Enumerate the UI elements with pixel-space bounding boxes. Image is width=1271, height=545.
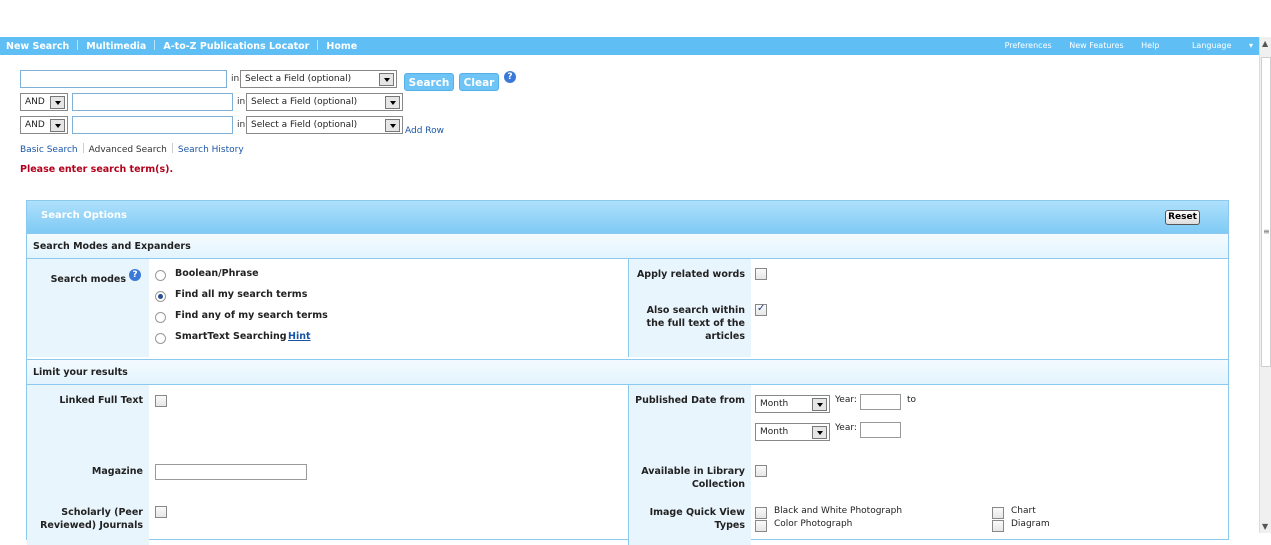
dropdown-arrow-icon bbox=[812, 426, 827, 439]
limit-section-title: Limit your results bbox=[33, 367, 128, 378]
mode-find-all-label: Find all my search terms bbox=[175, 289, 308, 300]
reset-button[interactable]: Reset bbox=[1165, 210, 1200, 225]
search-options-title: Search Options bbox=[41, 210, 128, 221]
mode-find-any-radio[interactable] bbox=[155, 312, 166, 323]
nav-new-features[interactable]: New Features bbox=[1069, 41, 1123, 50]
year-from-label: Year: bbox=[835, 395, 857, 405]
nav-publications-locator[interactable]: A-to-Z Publications Locator bbox=[163, 41, 309, 52]
clear-button[interactable]: Clear bbox=[459, 73, 499, 91]
image-bw-photo-label: Black and White Photograph bbox=[774, 506, 903, 516]
help-icon[interactable]: ? bbox=[504, 71, 516, 83]
nav-multimedia[interactable]: Multimedia bbox=[86, 41, 146, 52]
date-to-label: to bbox=[907, 395, 917, 405]
dropdown-arrow-icon bbox=[385, 96, 400, 109]
also-search-checkbox[interactable] bbox=[755, 303, 767, 316]
bool-operator-select-2[interactable]: AND bbox=[20, 93, 68, 111]
image-bw-photo-checkbox[interactable] bbox=[755, 507, 767, 519]
search-options-panel: Search Options Reset Search Modes and Ex… bbox=[26, 200, 1229, 545]
also-search-label: Also search within the full text of the … bbox=[646, 305, 745, 342]
bool-operator-2-value: AND bbox=[25, 97, 45, 107]
nav-language[interactable]: Language ▾ bbox=[1177, 41, 1253, 50]
nav-home[interactable]: Home bbox=[326, 41, 357, 52]
field-select-3-value: Select a Field (optional) bbox=[251, 120, 358, 130]
search-input-1[interactable] bbox=[20, 70, 227, 88]
in-label-1: in bbox=[231, 74, 240, 84]
search-options-header: Search Options Reset bbox=[27, 201, 1228, 233]
search-modes-section-title: Search Modes and Expanders bbox=[33, 241, 191, 252]
field-select-3[interactable]: Select a Field (optional) bbox=[246, 116, 403, 134]
available-library-label: Available in Library Collection bbox=[641, 466, 745, 490]
vertical-scrollbar[interactable]: ▲ ≡ ▼ bbox=[1259, 37, 1271, 533]
dropdown-arrow-icon bbox=[385, 119, 400, 132]
linked-full-text-label: Linked Full Text bbox=[59, 395, 143, 406]
magazine-input[interactable] bbox=[155, 464, 307, 480]
dropdown-arrow-icon bbox=[50, 119, 65, 132]
search-modes-label: Search modes bbox=[50, 274, 126, 285]
mode-boolean-label: Boolean/Phrase bbox=[175, 268, 259, 279]
dropdown-arrow-icon bbox=[50, 96, 65, 109]
apply-related-checkbox[interactable] bbox=[755, 268, 767, 280]
bool-operator-3-value: AND bbox=[25, 120, 45, 130]
basic-search-link[interactable]: Basic Search bbox=[20, 145, 78, 155]
month-to-select[interactable]: Month bbox=[755, 423, 830, 441]
available-library-checkbox[interactable] bbox=[755, 465, 767, 477]
in-label-2: in bbox=[237, 97, 246, 107]
apply-related-label: Apply related words bbox=[636, 269, 745, 280]
scholarly-label: Scholarly (Peer Reviewed) Journals bbox=[40, 507, 143, 531]
bool-operator-select-3[interactable]: AND bbox=[20, 116, 68, 134]
field-select-2-value: Select a Field (optional) bbox=[251, 97, 358, 107]
nav-new-search[interactable]: New Search bbox=[6, 41, 69, 52]
year-to-label: Year: bbox=[835, 423, 857, 433]
top-nav-bar: New Search Multimedia A-to-Z Publications … bbox=[0, 37, 1259, 55]
mode-smarttext-radio[interactable] bbox=[155, 333, 166, 344]
published-date-label: Published Date from bbox=[635, 395, 745, 406]
nav-preferences[interactable]: Preferences bbox=[1005, 41, 1052, 50]
search-modes-section-header: Search Modes and Expanders bbox=[27, 233, 1228, 259]
image-diagram-checkbox[interactable] bbox=[992, 520, 1004, 532]
scrollbar-thumb[interactable] bbox=[1261, 57, 1271, 367]
image-color-photo-label: Color Photograph bbox=[774, 519, 853, 529]
smarttext-hint-link[interactable]: Hint bbox=[288, 331, 311, 342]
search-modes-help-icon[interactable]: ? bbox=[129, 269, 141, 281]
month-from-value: Month bbox=[760, 399, 789, 409]
chevron-down-icon: ▾ bbox=[1248, 41, 1253, 50]
field-select-2[interactable]: Select a Field (optional) bbox=[246, 93, 403, 111]
advanced-search-current: Advanced Search bbox=[88, 145, 167, 155]
field-select-1-value: Select a Field (optional) bbox=[245, 74, 352, 84]
year-to-input[interactable] bbox=[860, 422, 901, 438]
image-diagram-label: Diagram bbox=[1011, 519, 1050, 529]
mode-smarttext-label: SmartText Searching bbox=[175, 331, 287, 342]
search-button[interactable]: Search bbox=[404, 73, 454, 91]
image-chart-label: Chart bbox=[1011, 506, 1036, 516]
mode-find-all-radio[interactable] bbox=[155, 291, 166, 302]
dropdown-arrow-icon bbox=[379, 73, 394, 86]
search-type-links: Basic Search Advanced Search Search Histor… bbox=[20, 143, 244, 155]
scroll-up-icon[interactable]: ▲ bbox=[1262, 39, 1268, 48]
year-from-input[interactable] bbox=[860, 394, 901, 410]
limit-section-header: Limit your results bbox=[27, 359, 1228, 385]
month-from-select[interactable]: Month bbox=[755, 395, 830, 413]
scroll-down-icon[interactable]: ▼ bbox=[1262, 522, 1268, 531]
mode-boolean-radio[interactable] bbox=[155, 270, 166, 281]
month-to-value: Month bbox=[760, 427, 789, 437]
linked-full-text-checkbox[interactable] bbox=[155, 395, 167, 407]
search-history-link[interactable]: Search History bbox=[178, 145, 244, 155]
field-select-1[interactable]: Select a Field (optional) bbox=[240, 70, 397, 88]
error-message: Please enter search term(s). bbox=[20, 164, 174, 175]
image-quick-view-label: Image Quick View Types bbox=[649, 507, 745, 531]
scholarly-checkbox[interactable] bbox=[155, 506, 167, 518]
nav-help[interactable]: Help bbox=[1141, 41, 1159, 50]
add-row-link[interactable]: Add Row bbox=[405, 126, 444, 136]
in-label-3: in bbox=[237, 120, 246, 130]
dropdown-arrow-icon bbox=[812, 398, 827, 411]
image-chart-checkbox[interactable] bbox=[992, 507, 1004, 519]
scroll-grip-icon: ≡ bbox=[1263, 227, 1270, 236]
search-input-2[interactable] bbox=[72, 93, 233, 111]
magazine-label: Magazine bbox=[91, 466, 143, 477]
search-input-3[interactable] bbox=[72, 116, 233, 134]
mode-find-any-label: Find any of my search terms bbox=[175, 310, 328, 321]
image-color-photo-checkbox[interactable] bbox=[755, 520, 767, 532]
